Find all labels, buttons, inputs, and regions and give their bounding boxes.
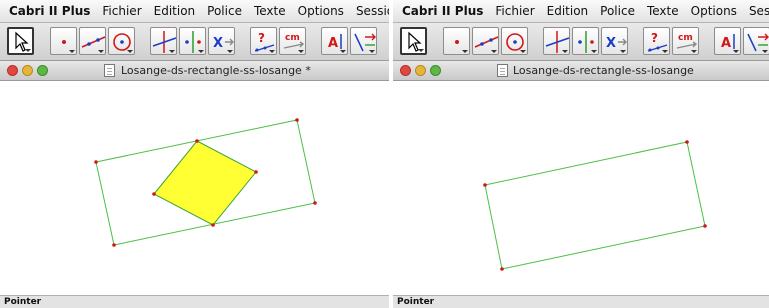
display-tool-button[interactable] — [350, 27, 377, 55]
rhombus-shape[interactable] — [153, 140, 257, 226]
svg-text:?: ? — [651, 31, 658, 45]
menu-options[interactable]: Options — [685, 0, 743, 22]
rectangle-vertex[interactable] — [295, 118, 299, 122]
menu-bar: Cabri II Plus Fichier Edition Police Texte Op… — [393, 0, 769, 23]
rhombus-vertex[interactable] — [254, 170, 258, 174]
rectangle-vertex[interactable] — [483, 183, 487, 187]
rectangle-vertex[interactable] — [112, 243, 116, 247]
geometry-figure — [483, 140, 707, 271]
rhombus-vertex[interactable] — [152, 192, 156, 196]
menu-police[interactable]: Police — [594, 0, 641, 22]
construct-tool-button[interactable] — [150, 27, 177, 55]
line-tool-button[interactable] — [79, 27, 106, 55]
rectangle-vertex[interactable] — [685, 140, 689, 144]
rhombus-vertex[interactable] — [195, 139, 199, 143]
svg-text:A: A — [721, 36, 731, 51]
window-titlebar: Losange-ds-rectangle-ss-losange — [393, 61, 769, 81]
close-icon[interactable] — [400, 65, 411, 76]
text-tool-button[interactable]: A — [714, 27, 741, 55]
rectangle-vertex[interactable] — [500, 267, 504, 271]
text-tool-button[interactable]: A — [321, 27, 348, 55]
left-cabri-window: Cabri II Plus Fichier Edition Police Texte Op… — [0, 0, 389, 308]
document-icon — [104, 64, 115, 77]
minimize-icon[interactable] — [415, 65, 426, 76]
drawing-canvas[interactable] — [393, 81, 769, 295]
menu-fichier[interactable]: Fichier — [489, 0, 540, 22]
measure-tool-button[interactable]: cm — [672, 27, 699, 55]
point-tool-button[interactable] — [50, 27, 77, 55]
rectangle-shape[interactable] — [484, 141, 706, 270]
menu-session[interactable]: Session — [350, 0, 389, 22]
rectangle-vertex[interactable] — [703, 224, 707, 228]
display-tool-button[interactable] — [743, 27, 769, 55]
close-icon[interactable] — [7, 65, 18, 76]
window-title: Losange-ds-rectangle-ss-losange — [513, 64, 694, 77]
point-tool-button[interactable] — [443, 27, 470, 55]
measure-tool-button[interactable]: cm — [279, 27, 306, 55]
right-cabri-window: Cabri II Plus Fichier Edition Police Texte Op… — [393, 0, 769, 308]
svg-text:?: ? — [258, 31, 265, 45]
svg-text:X: X — [213, 36, 223, 51]
check-property-tool-button[interactable]: ? — [250, 27, 277, 55]
minimize-icon[interactable] — [22, 65, 33, 76]
geometry-figure — [94, 118, 317, 247]
menu-session[interactable]: Session — [743, 0, 769, 22]
zoom-icon[interactable] — [37, 65, 48, 76]
construct-tool-button[interactable] — [543, 27, 570, 55]
menu-police[interactable]: Police — [201, 0, 248, 22]
circle-tool-button[interactable] — [108, 27, 135, 55]
check-property-tool-button[interactable]: ? — [643, 27, 670, 55]
document-icon — [497, 64, 508, 77]
status-bar: Pointer — [393, 295, 769, 308]
svg-text:cm: cm — [678, 33, 693, 43]
line-tool-button[interactable] — [472, 27, 499, 55]
transform-tool-button[interactable]: X — [601, 27, 628, 55]
circle-tool-button[interactable] — [501, 27, 528, 55]
menu-edition[interactable]: Edition — [541, 0, 595, 22]
svg-text:cm: cm — [285, 33, 300, 43]
transform-tool-button[interactable]: X — [208, 27, 235, 55]
rhombus-vertex[interactable] — [211, 223, 215, 227]
status-bar: Pointer — [0, 295, 389, 308]
svg-text:X: X — [606, 36, 616, 51]
toolbar: X ? cm A — [393, 23, 769, 61]
pointer-tool-button[interactable] — [400, 27, 427, 55]
menu-app-name[interactable]: Cabri II Plus — [0, 0, 96, 22]
svg-text:A: A — [328, 36, 338, 51]
toolbar: X ? cm A — [0, 23, 389, 61]
menu-fichier[interactable]: Fichier — [96, 0, 147, 22]
symmetry-tool-button[interactable] — [179, 27, 206, 55]
symmetry-tool-button[interactable] — [572, 27, 599, 55]
rectangle-vertex[interactable] — [94, 160, 98, 164]
pointer-tool-button[interactable] — [7, 27, 34, 55]
menu-app-name[interactable]: Cabri II Plus — [393, 0, 489, 22]
menu-bar: Cabri II Plus Fichier Edition Police Texte Op… — [0, 0, 389, 23]
window-title: Losange-ds-rectangle-ss-losange * — [121, 64, 311, 77]
menu-edition[interactable]: Edition — [148, 0, 202, 22]
menu-texte[interactable]: Texte — [248, 0, 292, 22]
zoom-icon[interactable] — [430, 65, 441, 76]
menu-options[interactable]: Options — [292, 0, 350, 22]
menu-texte[interactable]: Texte — [641, 0, 685, 22]
window-titlebar: Losange-ds-rectangle-ss-losange * — [0, 61, 389, 81]
drawing-canvas[interactable] — [0, 81, 389, 295]
rectangle-vertex[interactable] — [313, 201, 317, 205]
